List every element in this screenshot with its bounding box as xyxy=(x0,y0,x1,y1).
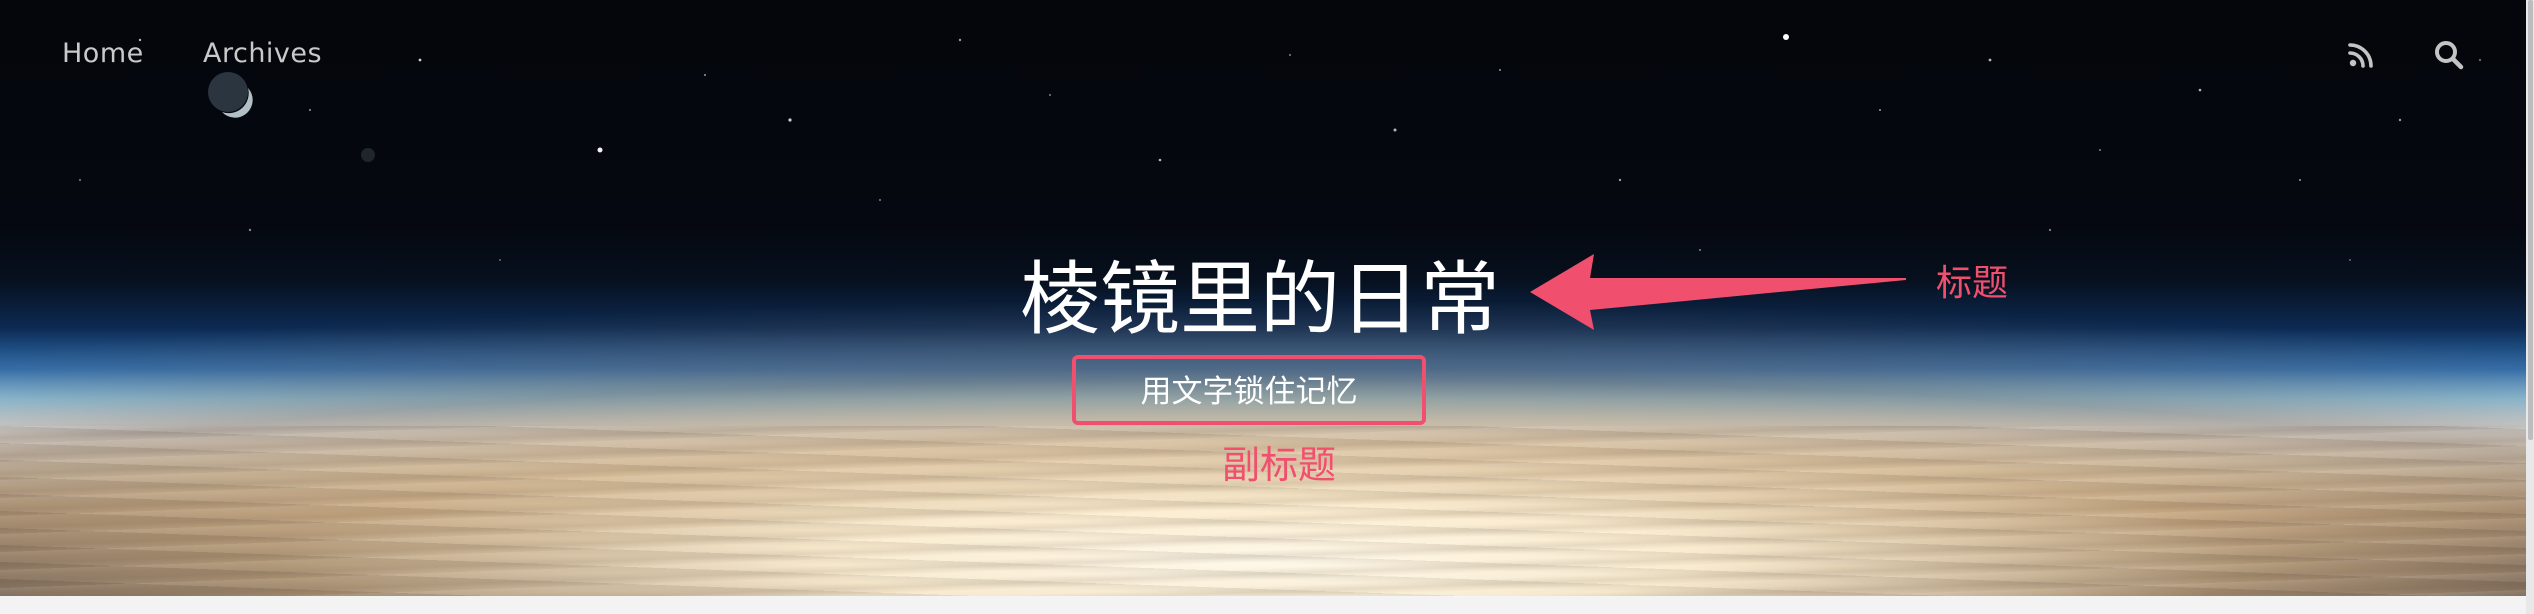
rss-icon[interactable] xyxy=(2344,38,2378,72)
site-title: 棱镜里的日常 xyxy=(1020,253,1500,346)
annotation-subtitle-label: 副标题 xyxy=(1222,443,1337,487)
top-nav: Home Archives xyxy=(0,0,2534,110)
annotation-arrow-icon xyxy=(1530,254,1906,330)
annotation-title-label: 标题 xyxy=(1936,263,2009,304)
scrollbar-thumb[interactable] xyxy=(2528,0,2533,440)
nav-link-archives[interactable]: Archives xyxy=(203,38,322,69)
search-icon[interactable] xyxy=(2432,38,2466,72)
site-subtitle: 用文字锁住记忆 xyxy=(1140,374,1358,410)
nav-link-home[interactable]: Home xyxy=(62,38,144,69)
page-body-edge xyxy=(0,596,2526,614)
